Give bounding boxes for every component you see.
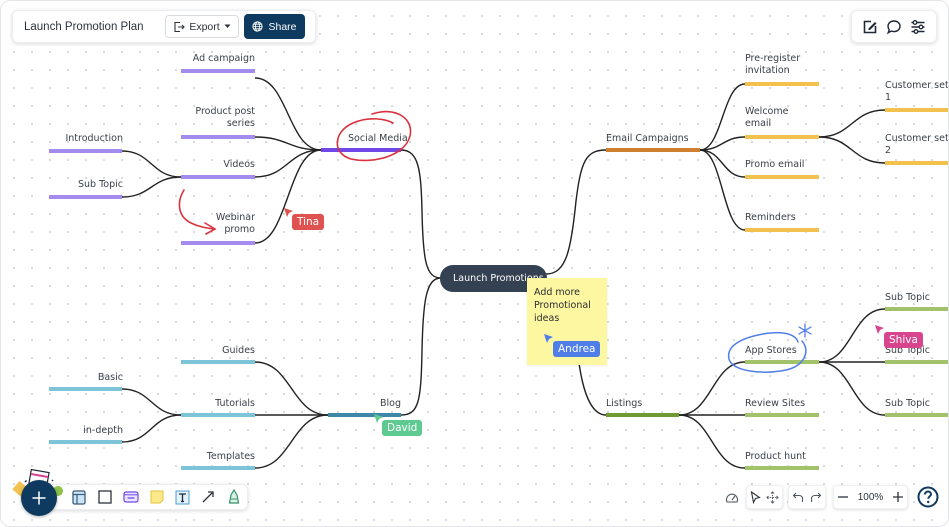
globe-icon	[252, 21, 264, 32]
node-email-campaigns[interactable]: Email Campaigns	[606, 133, 689, 145]
node-customer-set-1-line1[interactable]: Customer set	[885, 80, 948, 92]
link-tutorials-indepth	[121, 414, 182, 443]
node-tutorials[interactable]: Tutorials	[151, 398, 255, 410]
pan-icon[interactable]	[764, 490, 781, 504]
link-email-reminders	[699, 149, 746, 231]
link-videos-subtopic	[121, 176, 182, 198]
text-icon[interactable]	[169, 485, 195, 509]
help-icon[interactable]	[917, 486, 939, 508]
export-icon	[174, 21, 186, 32]
comment-icon[interactable]	[886, 19, 902, 35]
node-product-hunt[interactable]: Product hunt	[745, 451, 806, 463]
node-customer-set-2-line1[interactable]: Customer set	[885, 133, 948, 145]
node-social-media[interactable]: Social Media	[348, 133, 408, 145]
link-root-email	[545, 149, 607, 275]
rectangle-icon[interactable]	[92, 485, 118, 509]
card-icon[interactable]	[118, 485, 144, 509]
node-in-depth[interactable]: in-depth	[41, 425, 123, 437]
node-sub-topic-r1[interactable]: Sub Topic	[885, 292, 930, 304]
link-listings-app-stores	[678, 361, 746, 416]
select-icon[interactable]	[747, 490, 764, 504]
collaborator-tag-andrea: Andrea	[553, 341, 601, 357]
collaborator-tag-david: David	[382, 420, 423, 436]
node-sub-topic-r3[interactable]: Sub Topic	[885, 398, 930, 410]
plus-icon	[32, 491, 46, 505]
node-customer-set-1-line2[interactable]: 1	[885, 92, 891, 104]
node-videos[interactable]: Videos	[151, 159, 255, 171]
zoom-level[interactable]: 100%	[853, 492, 889, 503]
chevron-down-icon	[224, 24, 231, 28]
node-introduction[interactable]: Introduction	[41, 133, 123, 145]
node-listings[interactable]: Listings	[606, 398, 642, 410]
zoom-out-icon[interactable]	[834, 491, 853, 503]
title-panel: Launch Promotion Plan Export Share	[12, 10, 316, 43]
node-preregister-line1[interactable]: Pre-register	[745, 53, 800, 65]
top-right-toolbar	[851, 10, 937, 43]
link-root-social-media	[400, 149, 442, 279]
link-root-listings	[578, 362, 607, 416]
export-button[interactable]: Export	[165, 15, 239, 38]
share-button[interactable]: Share	[244, 14, 305, 39]
collaborator-tag-shiva: Shiva	[884, 332, 923, 348]
redo-icon[interactable]	[807, 491, 825, 503]
link-root-blog	[400, 277, 442, 416]
node-welcome-line1[interactable]: Welcome	[745, 106, 788, 118]
node-guides[interactable]: Guides	[151, 345, 255, 357]
link-blog-templates	[254, 414, 329, 469]
arrow-icon[interactable]	[195, 485, 221, 509]
blue-asterisk-annotation	[798, 323, 812, 338]
sticky-note-icon[interactable]	[144, 485, 170, 509]
node-reminders[interactable]: Reminders	[745, 212, 796, 224]
pen-icon[interactable]	[221, 485, 247, 509]
node-welcome-line2[interactable]: email	[745, 118, 771, 130]
edit-icon[interactable]	[862, 19, 878, 35]
node-blog[interactable]: Blog	[341, 398, 401, 410]
node-webinar-line2[interactable]: promo	[151, 224, 255, 236]
zoom-in-icon[interactable]	[888, 491, 907, 503]
performance-group	[723, 485, 741, 509]
link-email-promo	[699, 149, 746, 178]
history-tools	[788, 485, 826, 509]
link-listings-product-hunt	[678, 414, 746, 469]
zoom-controls: 100%	[833, 485, 908, 509]
selection-tools	[746, 485, 783, 509]
node-sub-topic-left[interactable]: Sub Topic	[41, 179, 123, 191]
collaborator-tag-tina: Tina	[292, 214, 325, 230]
link-welcome-customer2	[818, 136, 886, 164]
link-welcome-customer1	[818, 109, 886, 138]
node-customer-set-2-line2[interactable]: 2	[885, 145, 891, 157]
node-product-post-line1[interactable]: Product post	[151, 106, 255, 118]
document-title[interactable]: Launch Promotion Plan	[24, 21, 165, 33]
export-label: Export	[189, 20, 220, 33]
mindmap-svg	[49, 69, 948, 470]
node-basic[interactable]: Basic	[41, 372, 123, 384]
node-templates[interactable]: Templates	[151, 451, 255, 463]
link-social-ad-campaign	[254, 77, 322, 151]
node-promo-email[interactable]: Promo email	[745, 159, 804, 171]
template-icon[interactable]	[66, 485, 92, 509]
link-blog-guides	[254, 361, 329, 416]
whiteboard-canvas[interactable]: Launch Promotions Ad campaign Product po…	[0, 0, 949, 527]
node-product-post-line2[interactable]: series	[151, 118, 255, 130]
node-webinar-line1[interactable]: Webinar	[151, 212, 255, 224]
bottom-toolbar	[44, 484, 248, 510]
undo-icon[interactable]	[789, 491, 807, 503]
node-review-sites[interactable]: Review Sites	[745, 398, 805, 410]
node-app-stores[interactable]: App Stores	[745, 345, 797, 357]
performance-icon[interactable]	[723, 492, 741, 503]
sticky-note-text[interactable]: Add more Promotional ideas	[534, 286, 604, 325]
share-label: Share	[268, 20, 297, 33]
node-ad-campaign[interactable]: Ad campaign	[151, 53, 255, 65]
link-email-preregister	[699, 83, 746, 151]
add-button[interactable]	[21, 480, 57, 516]
node-preregister-line2[interactable]: invitation	[745, 65, 790, 77]
settings-sliders-icon[interactable]	[910, 19, 926, 35]
link-appstores-r3	[818, 361, 886, 416]
